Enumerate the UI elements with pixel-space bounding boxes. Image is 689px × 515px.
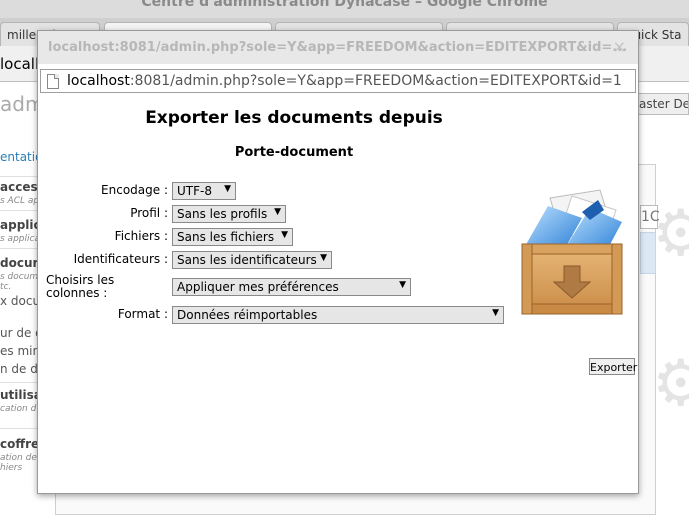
fichiers-label: Fichiers : [114,229,168,243]
popup-title: localhost:8081/admin.php?sole=Y&app=FREE… [48,40,628,55]
divider [0,382,40,383]
sidebar-text: n de de [0,362,40,376]
page-title: Exporter les documents depuis [145,108,443,128]
sidebar-item-title: utilisa [0,388,40,402]
select-value: Appliquer mes préférences [177,280,339,294]
select-value: Sans les identificateurs [177,253,317,267]
sidebar-item-title: docur [0,256,39,270]
chevron-down-icon: ▼ [320,253,327,263]
divider [0,248,40,249]
select-value: Données réimportables [177,308,318,322]
gear-icon: ⚙ [652,197,689,271]
popup-titlebar[interactable]: localhost:8081/admin.php?sole=Y&app=FREE… [38,31,638,64]
chevron-down-icon: ▼ [281,230,288,240]
encodage-label: Encodage : [101,183,168,197]
colonnes-label: Choisirs les colonnes : [46,273,115,300]
select-value: Sans les profils [177,207,268,221]
chevron-down-icon: ▼ [224,184,231,194]
folder-name: Porte-document [234,145,354,160]
identificateurs-select[interactable]: Sans les identificateurs ▼ [172,251,332,269]
select-value: UTF-8 [177,184,212,198]
chevron-down-icon: ▼ [399,280,406,290]
sidebar-text: es min [0,344,40,358]
window-title: Centre d'administration Dynacase – Googl… [141,0,548,10]
export-crate-icon [521,189,623,315]
sidebar-text: x docu [0,294,40,308]
url-path: :8081/admin.php?sole=Y&app=FREEDOM&actio… [129,73,622,89]
sidebar-item-subtitle: s docume [0,272,40,282]
divider [0,210,40,211]
url-host: localhost [67,73,130,89]
select-value: Sans les fichiers [177,230,275,244]
divider [0,176,40,177]
popup-url: localhost:8081/admin.php?sole=Y&app=FREE… [67,73,622,89]
sidebar-item-coffre[interactable]: coffre [0,437,40,451]
identificateurs-label: Identificateurs : [73,252,168,266]
sidebar-item-subtitle: cation d [0,404,37,414]
sidebar-item-utilisateurs[interactable]: utilisa [0,388,40,402]
sidebar-item-subtitle: ation des [0,453,40,463]
format-label: Format : [117,307,168,321]
address-text: locall [0,55,40,73]
master-default-button[interactable]: aster Def [636,93,689,115]
page-icon [47,74,59,89]
profil-select[interactable]: Sans les profils ▼ [172,205,286,223]
sidebar-item-title: coffre [0,437,40,451]
gear-icon: ⚙ [652,347,689,421]
sidebar-item-title: acces [0,180,38,194]
sidebar-item-subtitle: s applica [0,234,40,244]
sidebar-item-subtitle: s ACL ap [0,196,40,206]
popup-address-bar[interactable]: localhost:8081/admin.php?sole=Y&app=FREE… [40,69,636,93]
sidebar-item-subtitle-extra: hiers [0,463,23,473]
export-button[interactable]: Exporter [589,358,637,375]
sidebar-item-documents[interactable]: docur [0,256,40,270]
export-form-page: Exporter les documents depuis Porte-docu… [38,95,638,493]
sidebar-item-applications[interactable]: applic [0,218,40,232]
encodage-select[interactable]: UTF-8 ▼ [172,182,236,200]
sidebar-text: ur de d [0,326,40,340]
sidebar-item-acces[interactable]: acces [0,180,40,194]
sidebar-item-title: applic [0,218,40,232]
close-icon[interactable]: × [613,37,626,56]
chevron-down-icon: ▼ [274,207,281,217]
chevron-down-icon: ▼ [492,308,499,318]
fichiers-select[interactable]: Sans les fichiers ▼ [172,228,293,246]
sidebar-item-subtitle-extra: tc. [0,282,12,292]
format-select[interactable]: Données réimportables ▼ [172,306,504,324]
colonnes-select[interactable]: Appliquer mes préférences ▼ [172,278,411,296]
divider [0,428,40,429]
profil-label: Profil : [130,206,168,220]
export-popup-window: localhost:8081/admin.php?sole=Y&app=FREE… [37,30,639,494]
